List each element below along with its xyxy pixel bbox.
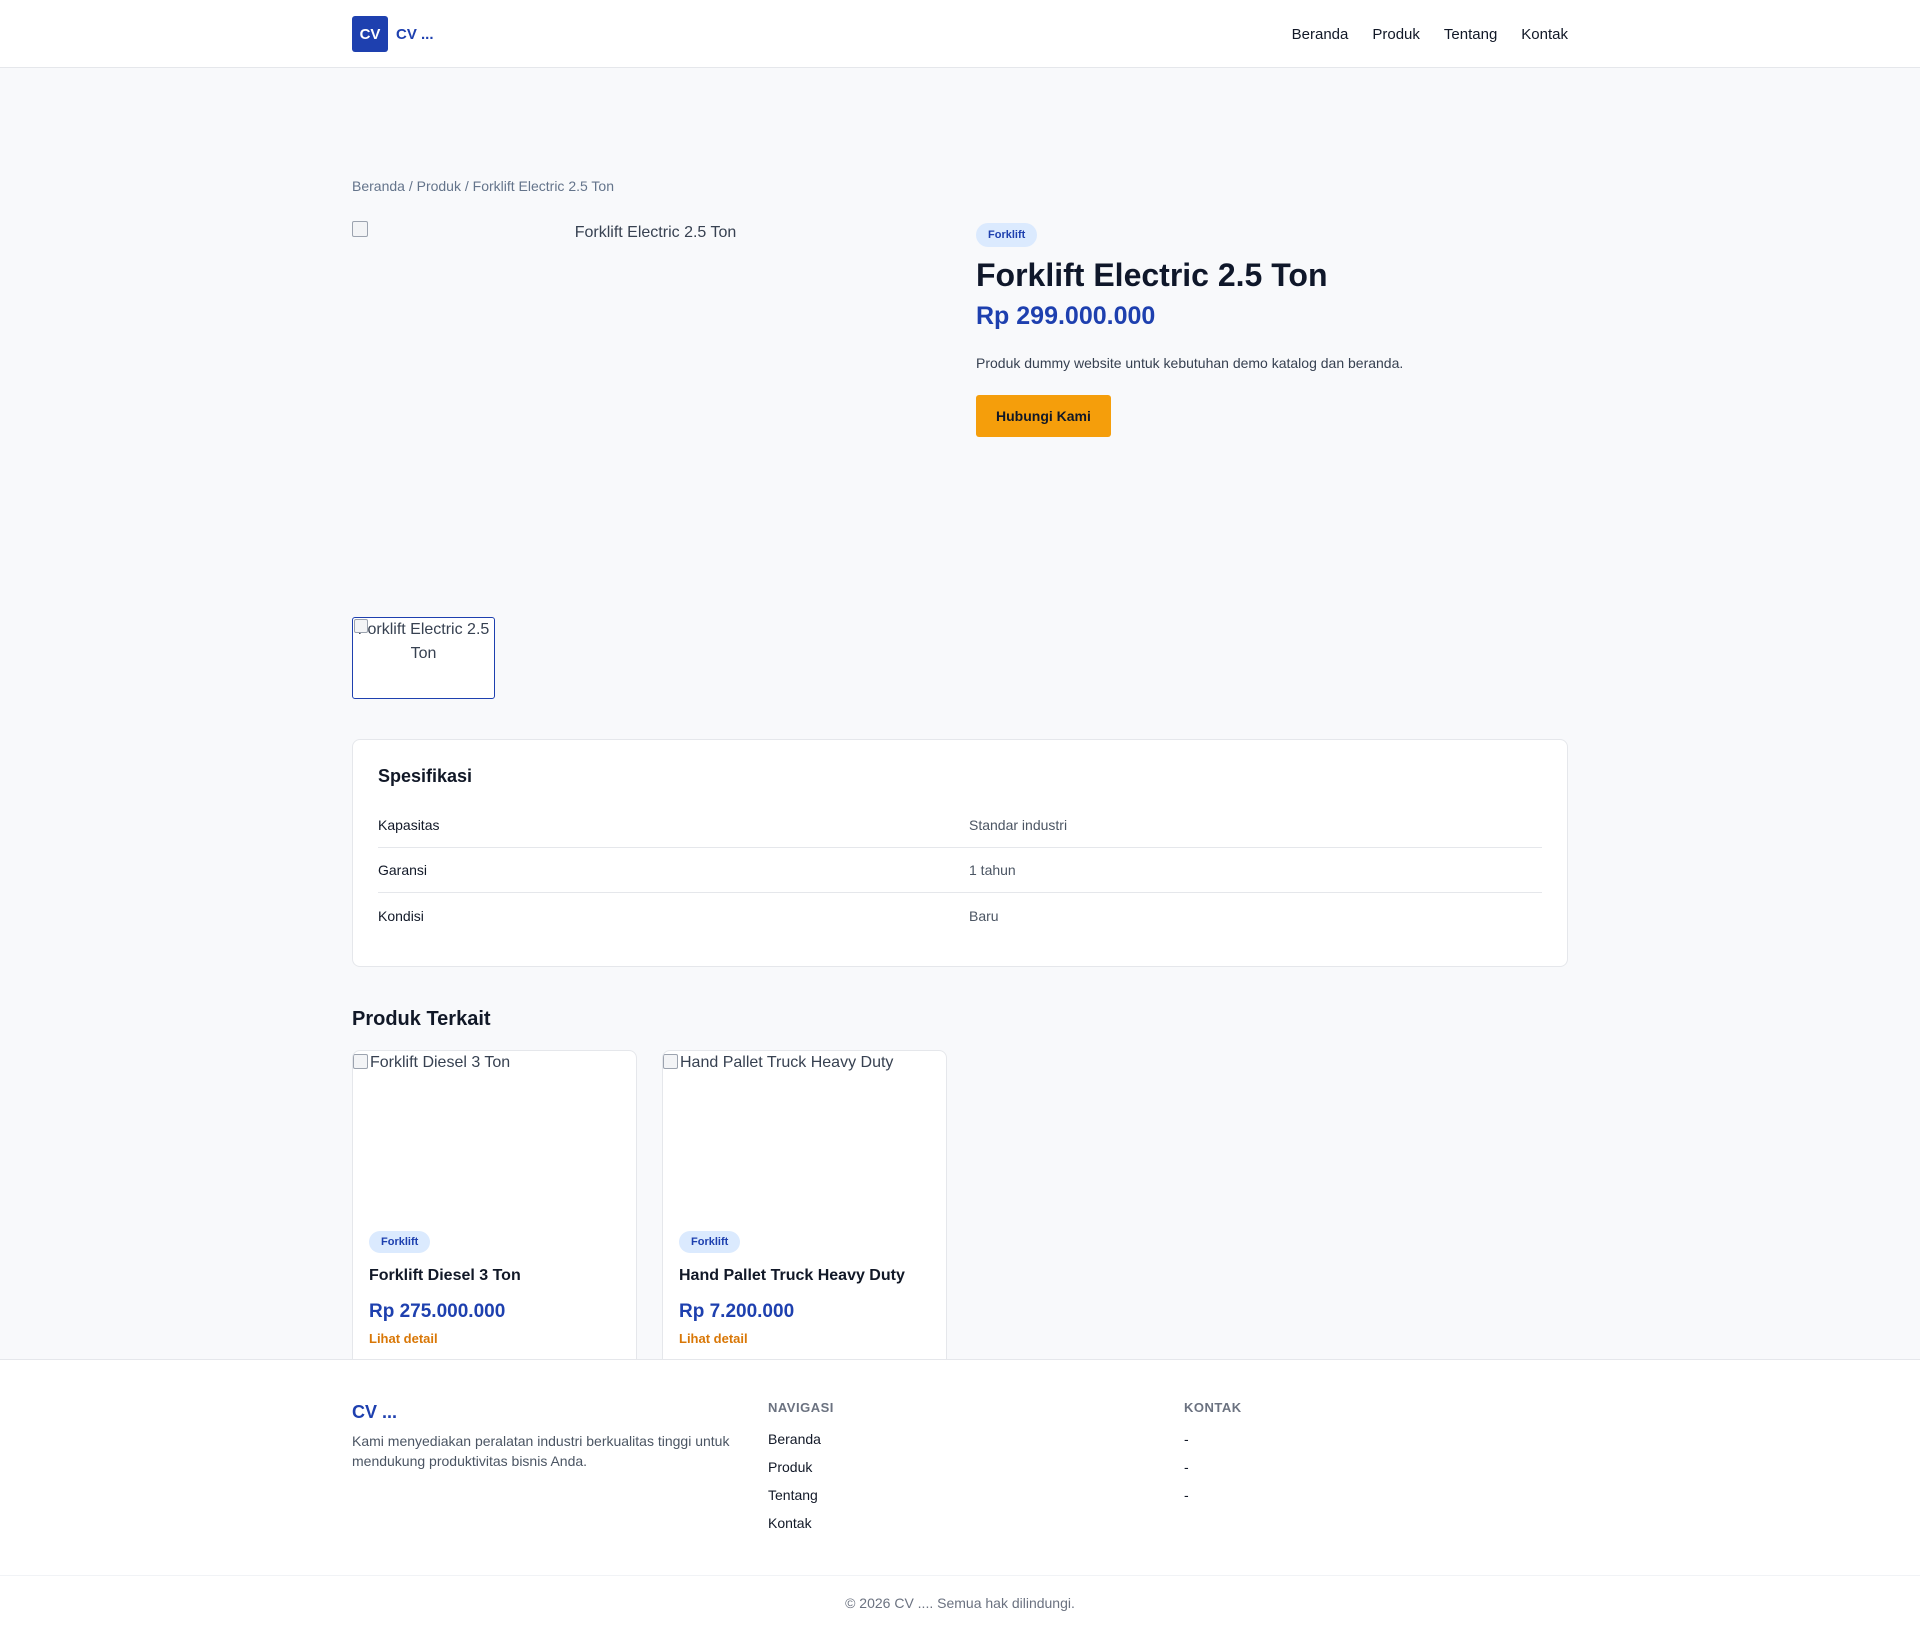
thumbnail-alt: Forklift Electric 2.5 Ton — [357, 621, 490, 662]
product-info: Forklift Forklift Electric 2.5 Ton Rp 29… — [976, 223, 1568, 437]
brand-logo[interactable]: CV CV ... — [352, 16, 434, 52]
specifications-title: Spesifikasi — [378, 766, 473, 786]
spec-value: 1 tahun — [969, 862, 1016, 878]
related-product-image-alt: Forklift Diesel 3 Ton — [370, 1054, 511, 1071]
footer-contact-heading: KONTAK — [1184, 1400, 1242, 1415]
broken-image-icon — [354, 619, 368, 633]
spec-key: Garansi — [378, 862, 428, 878]
related-product-image-alt: Hand Pallet Truck Heavy Duty — [680, 1054, 894, 1071]
view-detail-link[interactable]: Lihat detail — [679, 1331, 930, 1346]
category-badge: Forklift — [369, 1231, 431, 1253]
site-header: CV CV ... Beranda Produk Tentang Kontak — [0, 0, 1920, 68]
footer-copyright: © 2026 CV .... Semua hak dilindungi. — [0, 1575, 1920, 1611]
broken-image-icon — [663, 1054, 678, 1069]
specifications-card: Spesifikasi Kapasitas Standar industri G… — [352, 739, 1568, 967]
product-description: Produk dummy website untuk kebutuhan dem… — [976, 355, 1404, 371]
nav-link-tentang[interactable]: Tentang — [1444, 26, 1497, 43]
related-product-price: Rp 7.200.000 — [679, 1301, 795, 1322]
breadcrumb: Beranda / Produk / Forklift Electric 2.5… — [352, 178, 614, 194]
breadcrumb-separator: / — [464, 178, 473, 194]
footer-link-beranda[interactable]: Beranda — [768, 1425, 1184, 1453]
spec-key: Kapasitas — [378, 817, 440, 833]
footer-navigation: NAVIGASI Beranda Produk Tentang Kontak — [768, 1400, 1184, 1537]
nav-link-kontak[interactable]: Kontak — [1521, 26, 1568, 43]
breadcrumb-home[interactable]: Beranda — [352, 178, 405, 194]
broken-image-icon — [353, 1054, 368, 1069]
related-product-price: Rp 275.000.000 — [369, 1301, 506, 1322]
nav-link-produk[interactable]: Produk — [1372, 26, 1420, 43]
spec-value: Standar industri — [969, 817, 1068, 833]
contact-us-button[interactable]: Hubungi Kami — [976, 395, 1111, 437]
footer-contact-item: - — [1184, 1431, 1189, 1447]
related-product-name: Hand Pallet Truck Heavy Duty — [679, 1267, 905, 1284]
related-products-title: Produk Terkait — [352, 1008, 491, 1030]
related-product-name: Forklift Diesel 3 Ton — [369, 1267, 521, 1284]
category-badge: Forklift — [976, 223, 1038, 247]
product-main-image: Forklift Electric 2.5 Ton — [352, 221, 959, 601]
footer-nav-heading: NAVIGASI — [768, 1400, 834, 1415]
brand-name: CV ... — [396, 25, 434, 43]
category-badge: Forklift — [679, 1231, 741, 1253]
nav-link-beranda[interactable]: Beranda — [1292, 26, 1349, 43]
breadcrumb-products[interactable]: Produk — [417, 178, 461, 194]
main-nav: Beranda Produk Tentang Kontak — [1292, 26, 1568, 43]
related-product-card[interactable]: Hand Pallet Truck Heavy Duty Forklift Ha… — [662, 1050, 947, 1386]
related-product-image: Hand Pallet Truck Heavy Duty — [663, 1051, 946, 1231]
product-thumbnail[interactable]: Forklift Electric 2.5 Ton — [352, 617, 495, 699]
footer-link-kontak[interactable]: Kontak — [768, 1509, 1184, 1537]
product-image-alt: Forklift Electric 2.5 Ton — [574, 224, 737, 241]
broken-image-icon — [352, 221, 368, 237]
related-product-card[interactable]: Forklift Diesel 3 Ton Forklift Forklift … — [352, 1050, 637, 1386]
spec-value: Baru — [969, 907, 999, 924]
logo-box: CV — [352, 16, 388, 52]
related-products-grid: Forklift Diesel 3 Ton Forklift Forklift … — [352, 1050, 947, 1386]
footer-link-tentang[interactable]: Tentang — [768, 1481, 1184, 1509]
product-price: Rp 299.000.000 — [976, 302, 1156, 330]
spec-key: Kondisi — [378, 907, 424, 924]
spec-row: Kondisi Baru — [378, 893, 1542, 938]
footer-contact-item: - — [1184, 1459, 1189, 1475]
spec-row: Garansi 1 tahun — [378, 848, 1542, 893]
product-title: Forklift Electric 2.5 Ton — [976, 257, 1328, 293]
footer-about: CV ... Kami menyediakan peralatan indust… — [352, 1400, 768, 1537]
spec-row: Kapasitas Standar industri — [378, 803, 1542, 848]
footer-contact-item: - — [1184, 1487, 1189, 1503]
site-footer: CV ... Kami menyediakan peralatan indust… — [0, 1359, 1920, 1629]
related-product-image: Forklift Diesel 3 Ton — [353, 1051, 636, 1231]
specifications-table: Kapasitas Standar industri Garansi 1 tah… — [378, 803, 1542, 938]
footer-brand[interactable]: CV ... — [352, 1402, 768, 1423]
breadcrumb-current: Forklift Electric 2.5 Ton — [472, 178, 614, 194]
footer-contact: KONTAK - - - — [1184, 1400, 1242, 1537]
footer-description: Kami menyediakan peralatan industri berk… — [352, 1433, 730, 1469]
breadcrumb-separator: / — [408, 178, 417, 194]
view-detail-link[interactable]: Lihat detail — [369, 1331, 620, 1346]
footer-link-produk[interactable]: Produk — [768, 1453, 1184, 1481]
